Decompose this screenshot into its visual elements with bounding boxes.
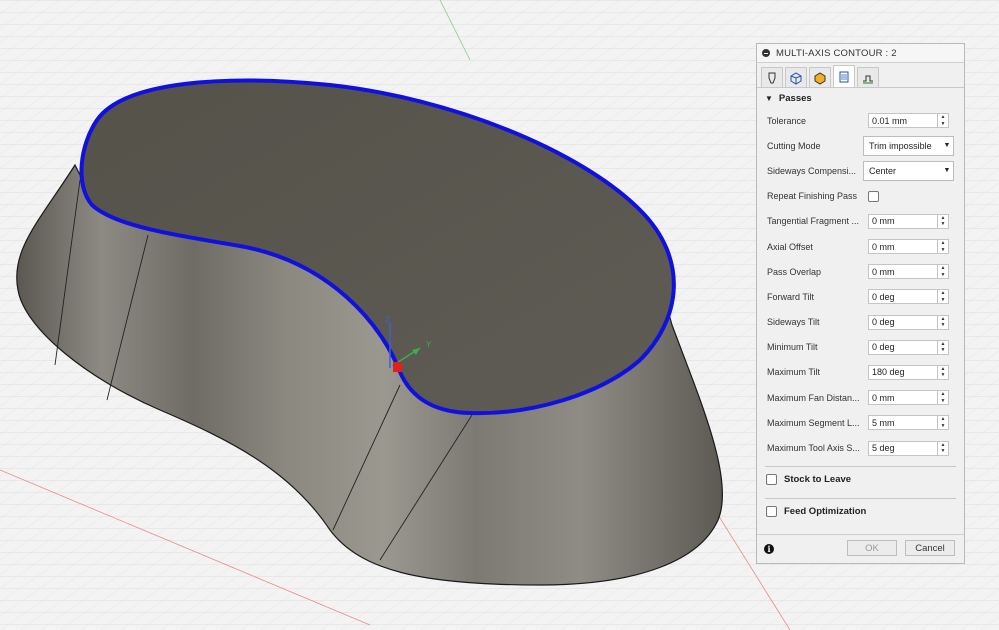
minimum-tilt-value[interactable]: 0 deg <box>869 342 937 352</box>
pass-overlap-input[interactable]: 0 mm ▲ ▼ <box>868 264 949 280</box>
row-minimum-tilt: Minimum Tilt 0 deg ▲ ▼ <box>757 335 964 360</box>
maximum-tilt-label: Maximum Tilt <box>767 367 821 378</box>
row-maximum-tilt: Maximum Tilt 180 deg ▲ ▼ <box>757 360 964 385</box>
feed-optimization-section[interactable]: Feed Optimization <box>757 499 964 525</box>
row-maximum-tool-axis-step: Maximum Tool Axis S... 5 deg ▲ ▼ <box>757 435 964 460</box>
spinner-arrows-icon[interactable]: ▲ ▼ <box>937 114 948 128</box>
cutting-mode-select[interactable]: Trim impossible ▼ <box>863 135 954 156</box>
sideways-compensation-value[interactable]: Center <box>864 166 941 176</box>
pass-overlap-value[interactable]: 0 mm <box>869 267 937 277</box>
spinner-arrows-icon[interactable]: ▲ ▼ <box>937 416 948 430</box>
forward-tilt-label: Forward Tilt <box>767 291 815 302</box>
dialog-title: MULTI-AXIS CONTOUR : 2 <box>776 47 897 59</box>
passes-section-label: Passes <box>778 92 812 104</box>
sideways-compensation-label: Sideways Compensi... <box>767 165 857 176</box>
maximum-tilt-value[interactable]: 180 deg <box>869 367 937 377</box>
sideways-tilt-value[interactable]: 0 deg <box>869 317 937 327</box>
tolerance-label: Tolerance <box>767 115 807 126</box>
stock-to-leave-checkbox[interactable] <box>766 474 777 486</box>
multi-axis-contour-dialog: MULTI-AXIS CONTOUR : 2 ▼ Passes Toleranc… <box>756 43 965 564</box>
row-sideways-compensation: Sideways Compensi... Center ▼ <box>757 158 964 183</box>
minimum-tilt-label: Minimum Tilt <box>767 342 818 353</box>
axial-offset-input[interactable]: 0 mm ▲ ▼ <box>868 239 949 255</box>
tab-linking[interactable] <box>857 67 879 87</box>
cutting-mode-label: Cutting Mode <box>767 140 821 151</box>
ok-button[interactable]: OK <box>847 540 897 556</box>
forward-tilt-input[interactable]: 0 deg ▲ ▼ <box>868 289 949 305</box>
triad-z-label: Z <box>385 315 390 324</box>
row-pass-overlap: Pass Overlap 0 mm ▲ ▼ <box>757 259 964 284</box>
repeat-finishing-pass-label: Repeat Finishing Pass <box>767 191 858 202</box>
tangential-fragment-input[interactable]: 0 mm ▲ ▼ <box>868 213 949 229</box>
triad-origin-marker <box>393 362 402 372</box>
tolerance-input[interactable]: 0.01 mm ▲ ▼ <box>868 113 949 129</box>
spinner-arrows-icon[interactable]: ▲ ▼ <box>937 214 948 228</box>
row-axial-offset: Axial Offset 0 mm ▲ ▼ <box>757 234 964 259</box>
stock-to-leave-section[interactable]: Stock to Leave <box>757 467 964 493</box>
heights-icon <box>814 71 826 85</box>
collapse-icon[interactable] <box>762 49 770 57</box>
sideways-tilt-label: Sideways Tilt <box>767 317 820 328</box>
row-sideways-tilt: Sideways Tilt 0 deg ▲ ▼ <box>757 310 964 335</box>
geometry-icon <box>790 71 802 85</box>
axial-offset-label: Axial Offset <box>767 241 813 252</box>
caret-down-icon: ▼ <box>765 93 773 103</box>
tangential-fragment-label: Tangential Fragment ... <box>767 216 860 227</box>
cutting-mode-value[interactable]: Trim impossible <box>864 141 941 151</box>
dialog-titlebar[interactable]: MULTI-AXIS CONTOUR : 2 <box>757 44 964 63</box>
maximum-tool-axis-step-input[interactable]: 5 deg ▲ ▼ <box>868 440 949 456</box>
row-forward-tilt: Forward Tilt 0 deg ▲ ▼ <box>757 284 964 309</box>
feed-optimization-label: Feed Optimization <box>784 506 867 518</box>
repeat-finishing-pass-checkbox[interactable] <box>868 190 879 202</box>
tolerance-value[interactable]: 0.01 mm <box>869 116 937 126</box>
maximum-fan-distance-value[interactable]: 0 mm <box>869 393 937 403</box>
row-repeat-finishing-pass: Repeat Finishing Pass <box>757 184 964 209</box>
maximum-tool-axis-step-value[interactable]: 5 deg <box>869 443 937 453</box>
spinner-arrows-icon[interactable]: ▲ ▼ <box>937 240 948 254</box>
row-tangential-fragment: Tangential Fragment ... 0 mm ▲ ▼ <box>757 209 964 234</box>
linking-icon <box>863 75 873 84</box>
spinner-arrows-icon[interactable]: ▲ ▼ <box>937 340 948 354</box>
row-maximum-fan-distance: Maximum Fan Distan... 0 mm ▲ ▼ <box>757 385 964 410</box>
maximum-segment-length-value[interactable]: 5 mm <box>869 418 937 428</box>
maximum-tool-axis-step-label: Maximum Tool Axis S... <box>767 443 860 454</box>
spinner-arrows-icon[interactable]: ▲ ▼ <box>937 391 948 405</box>
spinner-arrows-icon[interactable]: ▲ ▼ <box>937 441 948 455</box>
minimum-tilt-input[interactable]: 0 deg ▲ ▼ <box>868 339 949 355</box>
passes-section-header[interactable]: ▼ Passes <box>757 88 964 108</box>
row-cutting-mode: Cutting Mode Trim impossible ▼ <box>757 133 964 158</box>
dropdown-arrow-icon[interactable]: ▼ <box>941 142 953 149</box>
tab-geometry[interactable] <box>785 67 807 87</box>
maximum-segment-length-input[interactable]: 5 mm ▲ ▼ <box>868 415 949 431</box>
feed-optimization-checkbox[interactable] <box>766 506 777 518</box>
tab-tool[interactable] <box>761 67 783 87</box>
pass-overlap-label: Pass Overlap <box>767 266 822 277</box>
maximum-segment-length-label: Maximum Segment L... <box>767 417 860 428</box>
dialog-footer: i OK Cancel <box>757 534 964 563</box>
spinner-arrows-icon[interactable]: ▲ ▼ <box>937 315 948 329</box>
row-tolerance: Tolerance 0.01 mm ▲ ▼ <box>757 108 964 133</box>
row-maximum-segment-length: Maximum Segment L... 5 mm ▲ ▼ <box>757 410 964 435</box>
axial-offset-value[interactable]: 0 mm <box>869 242 937 252</box>
info-icon[interactable]: i <box>764 544 774 554</box>
tab-heights[interactable] <box>809 67 831 87</box>
dialog-tabs <box>757 63 964 88</box>
sideways-tilt-input[interactable]: 0 deg ▲ ▼ <box>868 314 949 330</box>
passes-icon <box>839 71 849 82</box>
tab-passes[interactable] <box>833 65 855 87</box>
forward-tilt-value[interactable]: 0 deg <box>869 292 937 302</box>
tool-icon <box>768 72 776 83</box>
tangential-fragment-value[interactable]: 0 mm <box>869 216 937 226</box>
maximum-tilt-input[interactable]: 180 deg ▲ ▼ <box>868 364 949 380</box>
triad-y-label: Y <box>426 340 432 349</box>
spinner-arrows-icon[interactable]: ▲ ▼ <box>937 265 948 279</box>
sideways-compensation-select[interactable]: Center ▼ <box>863 160 954 181</box>
stock-to-leave-label: Stock to Leave <box>784 474 852 486</box>
maximum-fan-distance-input[interactable]: 0 mm ▲ ▼ <box>868 390 949 406</box>
cancel-button[interactable]: Cancel <box>905 540 955 556</box>
maximum-fan-distance-label: Maximum Fan Distan... <box>767 392 860 403</box>
spinner-arrows-icon[interactable]: ▲ ▼ <box>937 290 948 304</box>
dropdown-arrow-icon[interactable]: ▼ <box>941 167 953 174</box>
spinner-arrows-icon[interactable]: ▲ ▼ <box>937 365 948 379</box>
